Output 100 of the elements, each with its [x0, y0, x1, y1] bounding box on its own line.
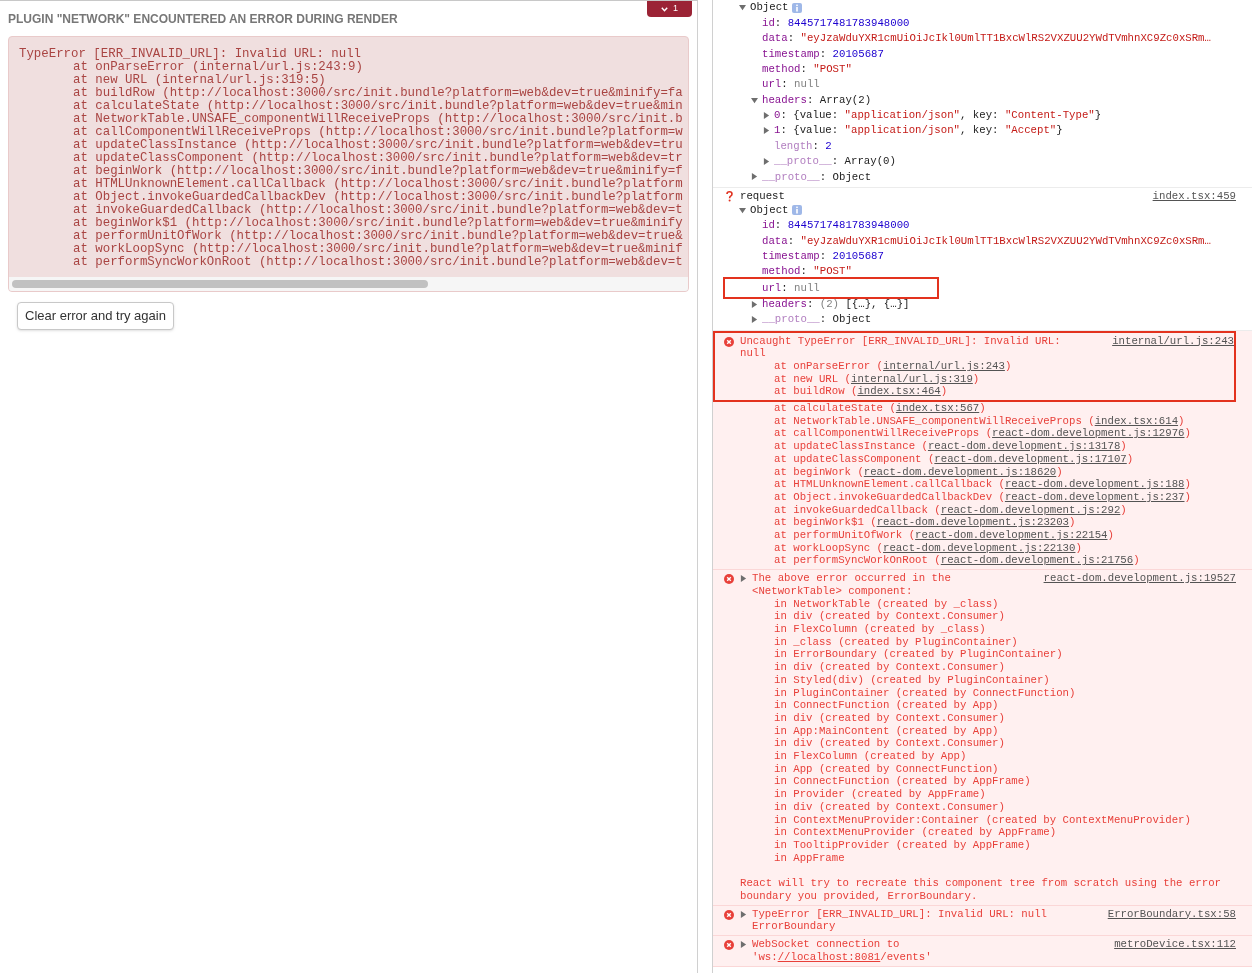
source-link[interactable]: react-dom.development.js:22154: [915, 529, 1108, 542]
stack-frame: at updateClassComponent (react-dom.development.js:17107): [774, 452, 1134, 465]
component-stack-line: in div (created by Context.Consumer): [773, 711, 1006, 725]
property-line: method: "POST": [762, 265, 852, 278]
property-line: timestamp: 20105687: [762, 249, 884, 263]
property-line: data: "eyJzaWduYXR1cmUiOiJcIkl0UmlTT1BxcWlRS2VXZUU2YWdTVmhnXC9Zc0xSRm…: [762, 234, 1211, 248]
source-link[interactable]: internal/url.js:243: [1112, 334, 1234, 348]
stack-frame: at beginWork$1 (react-dom.development.js:23203): [774, 516, 1076, 529]
stack-frame: at HTMLUnknownElement.callCallback (http://localhost:3000/src/init.bundle?platform: [19, 178, 688, 191]
source-link[interactable]: react-dom.development.js:23203: [876, 516, 1070, 529]
error-icon: [724, 336, 734, 347]
stack-frame: at beginWork$1 (http://localhost:3000/src/init.bundle?platform=web&dev=true&minify: [19, 217, 688, 230]
stack-frame: at invokeGuardedCallback (http://localhost:3000/src/init.bundle?platform=web&dev=t: [19, 204, 688, 217]
component-stack-line: in div (created by Context.Consumer): [773, 661, 1006, 674]
error-count-badge[interactable]: 1: [647, 1, 692, 17]
component-stack-line: in ConnectFunction (created by App): [773, 699, 1000, 712]
expand-triangle-icon[interactable]: [740, 575, 747, 583]
source-link[interactable]: metroDevice.tsx:112: [1114, 938, 1236, 951]
source-link[interactable]: react-dom.development.js:13178: [927, 440, 1121, 453]
property-line: data: "eyJzaWduYXR1cmUiOiJcIkl0UmlTT1BxcWlRS2VXZUU2YWdTVmhnXC9Zc0xSRm…: [762, 32, 1211, 45]
expand-triangle-icon[interactable]: [751, 300, 758, 308]
source-link[interactable]: index.tsx:567: [895, 402, 980, 415]
source-link[interactable]: react-dom.development.js:188: [1004, 478, 1185, 491]
property-line: 0: {value: "application/json", key: "Content-Type"}: [774, 109, 1102, 122]
stack-frame: at calculateState (http://localhost:3000/src/init.bundle?platform=web&dev=true&min: [19, 100, 688, 113]
console-message: WebSocket connection to 'ws://localhost:8081/events': [752, 938, 932, 963]
source-link[interactable]: index.tsx:464: [857, 385, 941, 398]
console-message: TypeError [ERR_INVALID_URL]: Invalid URL: null ErrorBoundary: [752, 907, 1048, 933]
stack-frame: at HTMLUnknownElement.callCallback (react-dom.development.js:188): [774, 478, 1191, 491]
source-link[interactable]: react-dom.development.js:22130: [883, 541, 1076, 554]
property-line: headers: (2) [{…}, {…}]: [762, 298, 910, 311]
property-line: __proto__: Object: [762, 313, 872, 327]
property-line: headers: Array(2): [762, 93, 872, 107]
property-line: timestamp: 20105687: [762, 47, 884, 61]
source-link[interactable]: ErrorBoundary.tsx:58: [1107, 907, 1236, 921]
stack-frame: at Object.invokeGuardedCallbackDev (react-dom.development.js:237): [774, 490, 1191, 503]
object-label: Object: [750, 203, 789, 217]
horizontal-scrollbar[interactable]: [9, 277, 688, 291]
source-link[interactable]: react-dom.development.js:19527: [1043, 572, 1236, 585]
source-link[interactable]: react-dom.development.js:21756: [940, 554, 1134, 567]
component-stack-line: in _class (created by PluginContainer): [773, 635, 1019, 649]
property-line: url: null: [762, 281, 820, 295]
source-link[interactable]: internal/url.js:319: [850, 372, 973, 385]
collapse-triangle-icon[interactable]: [739, 206, 746, 214]
console-message: request: [740, 189, 785, 202]
component-stack-line: in Provider (created by AppFrame): [773, 788, 987, 801]
stack-frame: at new URL (internal/url.js:319): [774, 372, 980, 385]
component-stack-line: in ConnectFunction (created by AppFrame): [773, 775, 1032, 789]
chevron-down-icon: [661, 6, 668, 12]
component-stack-line: in div (created by Context.Consumer): [773, 800, 1006, 814]
property-line: url: null: [762, 78, 820, 91]
error-icon: [724, 574, 734, 585]
stack-frame: at performSyncWorkOnRoot (http://localhost:3000/src/init.bundle?platform=web&dev=t: [19, 256, 688, 269]
stack-frame: at buildRow (index.tsx:464): [774, 385, 948, 398]
property-line: id: 8445717481783948000: [762, 16, 910, 30]
collapse-triangle-icon[interactable]: [751, 96, 758, 104]
component-stack-line: in NetworkTable (created by _class): [773, 597, 1000, 611]
stack-frame: at updateClassInstance (http://localhost:3000/src/init.bundle?platform=web&dev=tru: [19, 139, 688, 152]
clear-error-button[interactable]: Clear error and try again: [17, 302, 174, 330]
expand-triangle-icon[interactable]: [763, 111, 770, 119]
source-link[interactable]: react-dom.development.js:292: [940, 503, 1121, 516]
stack-frame: at beginWork (http://localhost:3000/src/init.bundle?platform=web&dev=true&minify=f: [19, 165, 688, 178]
expand-triangle-icon[interactable]: [763, 158, 770, 166]
stack-frame: at invokeGuardedCallback (react-dom.development.js:292): [774, 503, 1127, 516]
error-note: React will try to recreate this component tree from scratch using the error boundary you provided, ErrorBoundary.: [739, 877, 1223, 903]
stack-frame: at callComponentWillReceiveProps (react-dom.development.js:12976): [774, 427, 1191, 440]
component-stack-line: in FlexColumn (created by _class): [773, 623, 987, 636]
source-link[interactable]: react-dom.development.js:18620: [863, 465, 1057, 478]
error-icon: [724, 940, 734, 951]
stack-frame: at NetworkTable.UNSAFE_componentWillReceiveProps (index.tsx:614): [774, 414, 1185, 427]
source-link[interactable]: react-dom.development.js:17107: [934, 452, 1127, 465]
stack-frame: at onParseError (internal/url.js:243:9): [19, 61, 688, 74]
source-link[interactable]: index.tsx:614: [1094, 414, 1179, 427]
component-stack-line: in PluginContainer (created by ConnectFunction): [773, 686, 1077, 700]
source-link[interactable]: index.tsx:459: [1152, 189, 1236, 203]
source-link[interactable]: react-dom.development.js:237: [1004, 490, 1185, 503]
collapse-triangle-icon[interactable]: [739, 4, 746, 12]
component-stack-line: in App:MainContent (created by App): [773, 724, 1000, 738]
stack-frame: at performUnitOfWork (react-dom.development.js:22154): [774, 529, 1114, 542]
stack-frame: at Object.invokeGuardedCallbackDev (http://localhost:3000/src/init.bundle?platform: [19, 191, 688, 204]
stack-frame: at NetworkTable.UNSAFE_componentWillReceiveProps (http://localhost:3000/src/init.b: [19, 113, 688, 126]
stack-frame: at performSyncWorkOnRoot (react-dom.development.js:21756): [774, 554, 1140, 567]
expand-triangle-icon[interactable]: [751, 173, 758, 181]
console-message: The above error occurred in the <NetworkTable> component:: [752, 572, 951, 597]
expand-triangle-icon[interactable]: [740, 910, 747, 918]
property-line: __proto__: Object: [762, 170, 872, 184]
property-line: length: 2: [774, 139, 832, 153]
stack-frame: at onParseError (internal/url.js:243): [774, 359, 1012, 372]
component-stack-line: in App (created by ConnectFunction): [773, 762, 1000, 776]
source-link[interactable]: react-dom.development.js:12976: [992, 427, 1185, 440]
expand-triangle-icon[interactable]: [751, 316, 758, 324]
expand-triangle-icon[interactable]: [740, 941, 747, 949]
component-stack-line: in div (created by Context.Consumer): [773, 737, 1006, 750]
stack-frame: at updateClassInstance (react-dom.development.js:13178): [774, 440, 1127, 453]
stack-frame: at new URL (internal/url.js:319:5): [19, 74, 688, 87]
source-link[interactable]: internal/url.js:243: [883, 359, 1005, 372]
expand-triangle-icon[interactable]: [763, 127, 770, 135]
property-line: method: "POST": [762, 62, 852, 76]
property-line: id: 8445717481783948000: [762, 219, 910, 232]
error-icon: [724, 909, 734, 920]
